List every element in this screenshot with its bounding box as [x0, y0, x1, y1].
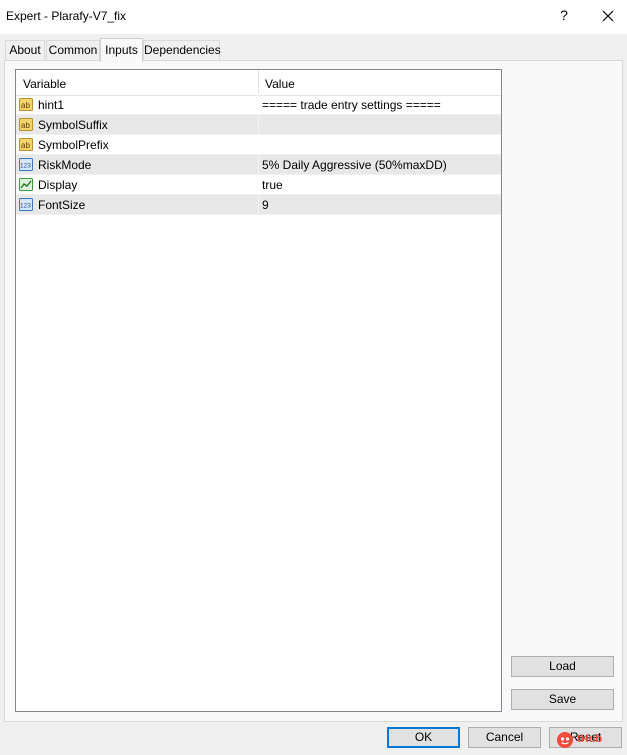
input-name: hint1 [38, 98, 65, 112]
svg-text:ab: ab [21, 141, 30, 150]
tab-about[interactable]: About [5, 40, 45, 60]
help-button[interactable]: ? [556, 7, 572, 23]
numeric-123-icon: 123 [19, 198, 33, 211]
column-header-value[interactable]: Value [265, 77, 295, 91]
row-divider [258, 195, 259, 215]
load-button[interactable]: Load [511, 656, 614, 677]
input-row-symbolprefix[interactable]: ab SymbolPrefix [16, 135, 501, 155]
inputs-grid: Variable Value ab hint1 ===== trade entr… [15, 69, 502, 712]
row-divider [258, 95, 259, 115]
watermark-text: tHub [577, 733, 603, 745]
boolean-chart-icon [19, 178, 33, 191]
tab-inputs[interactable]: Inputs [100, 38, 143, 62]
input-row-fontsize[interactable]: 123 FontSize 9 [16, 195, 501, 215]
input-value[interactable]: true [262, 178, 283, 192]
ok-button[interactable]: OK [387, 727, 460, 748]
input-value[interactable]: ===== trade entry settings ===== [262, 98, 441, 112]
input-name: SymbolSuffix [38, 118, 108, 132]
cancel-button[interactable]: Cancel [468, 727, 541, 748]
row-divider [258, 155, 259, 175]
window-title: Expert - Plarafy-V7_fix [6, 9, 127, 23]
numeric-123-icon: 123 [19, 158, 33, 171]
close-button[interactable] [598, 6, 618, 26]
svg-text:123: 123 [20, 203, 31, 210]
input-value[interactable]: 5% Daily Aggressive (50%maxDD) [262, 158, 447, 172]
text-ab-icon: ab [19, 98, 33, 111]
close-icon [602, 10, 614, 22]
input-name: RiskMode [38, 158, 92, 172]
input-name: Display [38, 178, 78, 192]
input-row-symbolsuffix[interactable]: ab SymbolSuffix [16, 115, 501, 135]
watermark-logo-icon [556, 731, 574, 749]
input-value[interactable]: 9 [262, 198, 269, 212]
input-name: FontSize [38, 198, 86, 212]
column-header-variable[interactable]: Variable [23, 77, 66, 91]
tab-common[interactable]: Common [46, 40, 100, 60]
title-bar: Expert - Plarafy-V7_fix ? [0, 0, 627, 34]
input-name: SymbolPrefix [38, 138, 109, 152]
input-row-riskmode[interactable]: 123 RiskMode 5% Daily Aggressive (50%max… [16, 155, 501, 175]
svg-text:123: 123 [20, 163, 31, 170]
svg-text:ab: ab [21, 121, 30, 130]
column-divider[interactable] [258, 70, 259, 95]
grid-header: Variable Value [16, 70, 501, 96]
input-row-display[interactable]: Display true [16, 175, 501, 195]
svg-text:ab: ab [21, 101, 30, 110]
input-row-hint1[interactable]: ab hint1 ===== trade entry settings ====… [16, 95, 501, 115]
row-divider [258, 175, 259, 195]
tab-dependencies[interactable]: Dependencies [143, 40, 221, 60]
row-divider [258, 135, 259, 155]
row-divider [258, 115, 259, 135]
save-button[interactable]: Save [511, 689, 614, 710]
text-ab-icon: ab [19, 138, 33, 151]
text-ab-icon: ab [19, 118, 33, 131]
